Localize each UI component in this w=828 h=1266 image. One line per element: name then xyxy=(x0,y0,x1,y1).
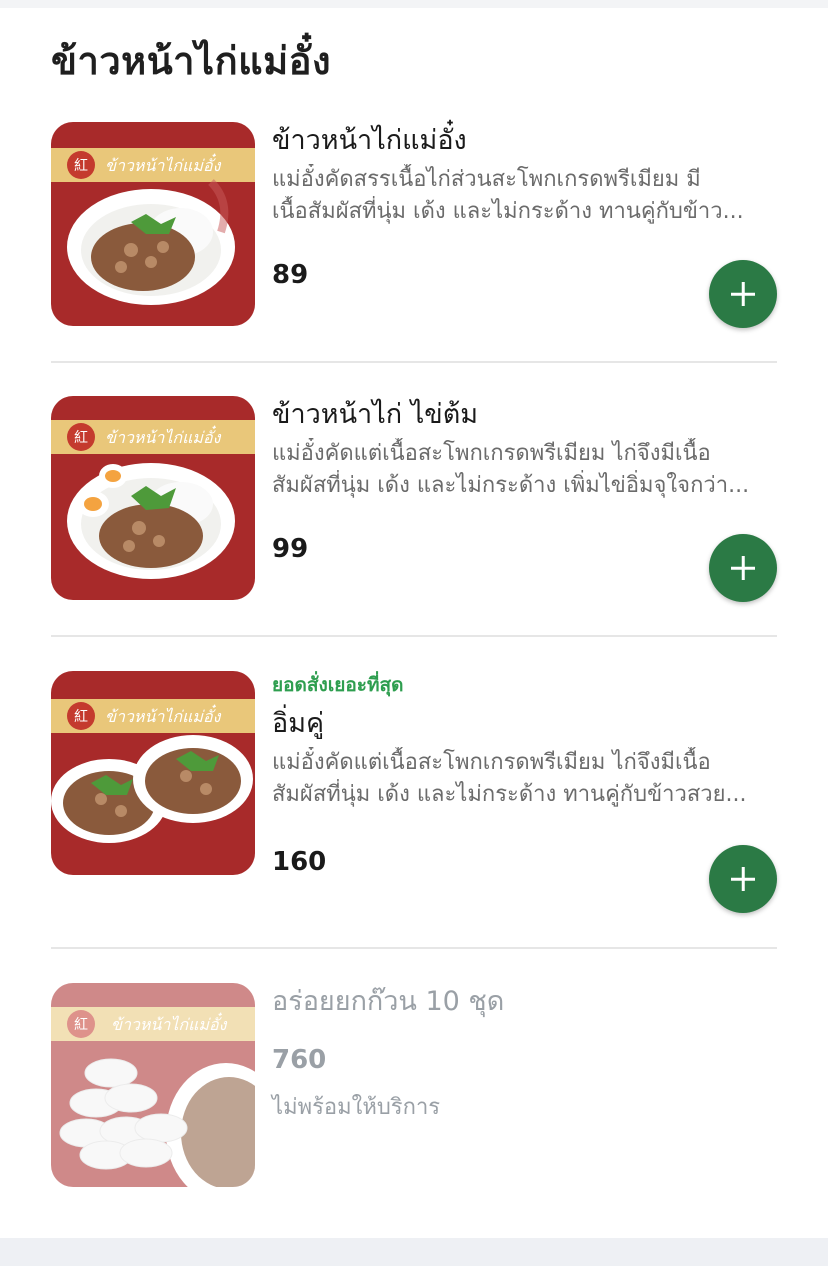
item-name: อร่อยยกก๊วน 10 ชุด xyxy=(272,986,505,1017)
item-price: 160 xyxy=(272,847,327,877)
svg-text:ข้าวหน้าไก่แม่อั๋ง: ข้าวหน้าไก่แม่อั๋ง xyxy=(111,1012,228,1034)
svg-text:紅: 紅 xyxy=(74,430,88,446)
unavailable-status: ไม่พร้อมให้บริการ xyxy=(272,1095,441,1120)
item-name: ข้าวหน้าไก่ ไข่ต้ม xyxy=(272,399,479,430)
item-description: แม่อั๋งคัดแต่เนื้อสะโพกเกรดพรีเมียม ไก่จ… xyxy=(272,750,747,807)
item-description: แม่อั๋งคัดสรรเนื้อไก่ส่วนสะโพกเกรดพรีเมี… xyxy=(272,167,744,224)
best-seller-badge: ยอดสั่งเยอะที่สุด xyxy=(272,674,404,696)
svg-text:ข้าวหน้าไก่แม่อั๋ง: ข้าวหน้าไก่แม่อั๋ง xyxy=(105,704,222,726)
menu-item-unavailable: 紅 ข้าวหน้าไก่แม่อั๋ง อร่อยยกก๊วน 10 ชุด … xyxy=(51,983,777,1189)
dish-image[interactable]: 紅 ข้าวหน้าไก่แม่อั๋ง xyxy=(51,396,255,600)
menu-item[interactable]: 紅 ข้าวหน้าไก่แม่อั๋ง ยอดสั่งเยอะที่สุด อ… xyxy=(51,671,777,913)
item-price: 99 xyxy=(272,534,309,564)
item-name: อิ่มคู่ xyxy=(272,708,325,739)
add-button[interactable] xyxy=(709,534,777,602)
divider xyxy=(51,635,777,637)
menu-item[interactable]: 紅 ข้าวหน้าไก่แม่อั๋ง ข้าวหน้าไก่ ไข่ต้ม … xyxy=(51,396,777,602)
item-description: แม่อั๋งคัดแต่เนื้อสะโพกเกรดพรีเมียม ไก่จ… xyxy=(272,441,750,498)
section-title: ข้าวหน้าไก่แม่อั๋ง xyxy=(51,39,332,83)
svg-text:紅: 紅 xyxy=(74,1017,88,1033)
bottom-strip xyxy=(0,1238,828,1266)
svg-text:ข้าวหน้าไก่แม่อั๋ง: ข้าวหน้าไก่แม่อั๋ง xyxy=(105,153,222,175)
item-name: ข้าวหน้าไก่แม่อั๋ง xyxy=(272,125,467,156)
divider xyxy=(51,947,777,949)
menu-item[interactable]: 紅 ข้าวหน้าไก่แม่อั๋ง ข้าวหน้าไก่แม่อั๋ง … xyxy=(51,122,777,328)
dish-image[interactable]: 紅 ข้าวหน้าไก่แม่อั๋ง xyxy=(51,671,255,875)
add-button[interactable] xyxy=(709,845,777,913)
top-strip xyxy=(0,0,828,8)
add-button[interactable] xyxy=(709,260,777,328)
item-price: 89 xyxy=(272,260,309,290)
svg-text:ข้าวหน้าไก่แม่อั๋ง: ข้าวหน้าไก่แม่อั๋ง xyxy=(105,425,222,447)
svg-text:紅: 紅 xyxy=(74,158,88,174)
divider xyxy=(51,361,777,363)
dish-image: 紅 ข้าวหน้าไก่แม่อั๋ง xyxy=(51,983,255,1187)
dish-image[interactable]: 紅 ข้าวหน้าไก่แม่อั๋ง xyxy=(51,122,255,326)
item-price: 760 xyxy=(272,1045,327,1075)
svg-text:紅: 紅 xyxy=(74,709,88,725)
